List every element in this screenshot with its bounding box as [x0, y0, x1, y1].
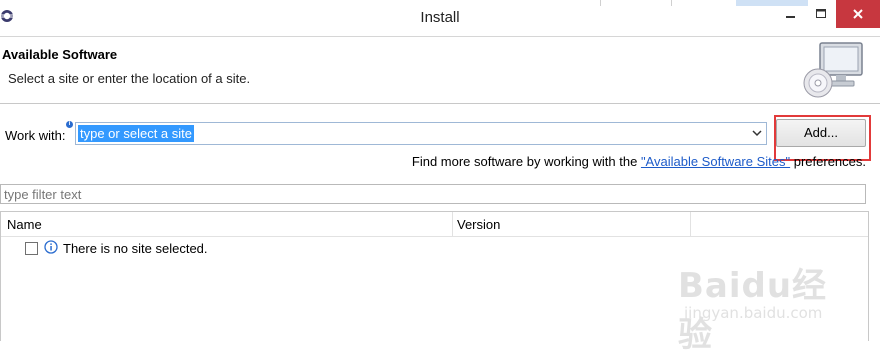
find-more-prefix: Find more software by working with the	[411, 154, 641, 169]
maximize-icon	[816, 9, 826, 18]
close-icon	[853, 9, 863, 19]
table-row[interactable]: There is no site selected.	[25, 239, 208, 257]
row-text: There is no site selected.	[63, 240, 208, 256]
computer-cd-icon	[800, 39, 866, 101]
watermark-url: jingyan.baidu.com	[684, 304, 823, 322]
work-with-input-text[interactable]: type or select a site	[78, 125, 194, 142]
find-more-text: Find more software by working with the "…	[412, 154, 866, 169]
work-with-combo[interactable]: type or select a site	[75, 122, 767, 145]
info-decoration-icon: i	[66, 121, 73, 128]
column-divider[interactable]	[690, 212, 691, 236]
info-icon	[44, 239, 58, 257]
column-header-name[interactable]: Name	[7, 217, 42, 232]
find-more-suffix: preferences.	[790, 154, 866, 169]
title-bar: Install	[0, 0, 880, 37]
table-header: Name Version	[1, 212, 868, 237]
maximize-button[interactable]	[806, 0, 836, 28]
column-divider[interactable]	[452, 212, 453, 236]
title-strip-1	[600, 0, 672, 6]
add-button[interactable]: Add...	[776, 119, 866, 147]
column-header-version[interactable]: Version	[457, 217, 500, 232]
minimize-icon	[786, 16, 795, 18]
banner-subtitle: Select a site or enter the location of a…	[8, 71, 251, 86]
banner-title: Available Software	[2, 47, 118, 62]
chevron-down-icon[interactable]	[751, 127, 763, 140]
wizard-banner: Available Software Select a site or ente…	[0, 37, 880, 104]
available-software-sites-link[interactable]: "Available Software Sites"	[641, 154, 790, 169]
minimize-button[interactable]	[776, 0, 806, 28]
close-button[interactable]	[836, 0, 880, 28]
row-checkbox[interactable]	[25, 241, 38, 255]
work-with-label: Work with:	[5, 128, 66, 143]
baidu-watermark: Baidu经验 jingyan.baidu.com	[678, 258, 858, 355]
filter-input[interactable]	[0, 184, 866, 204]
window-title: Install	[420, 9, 460, 26]
